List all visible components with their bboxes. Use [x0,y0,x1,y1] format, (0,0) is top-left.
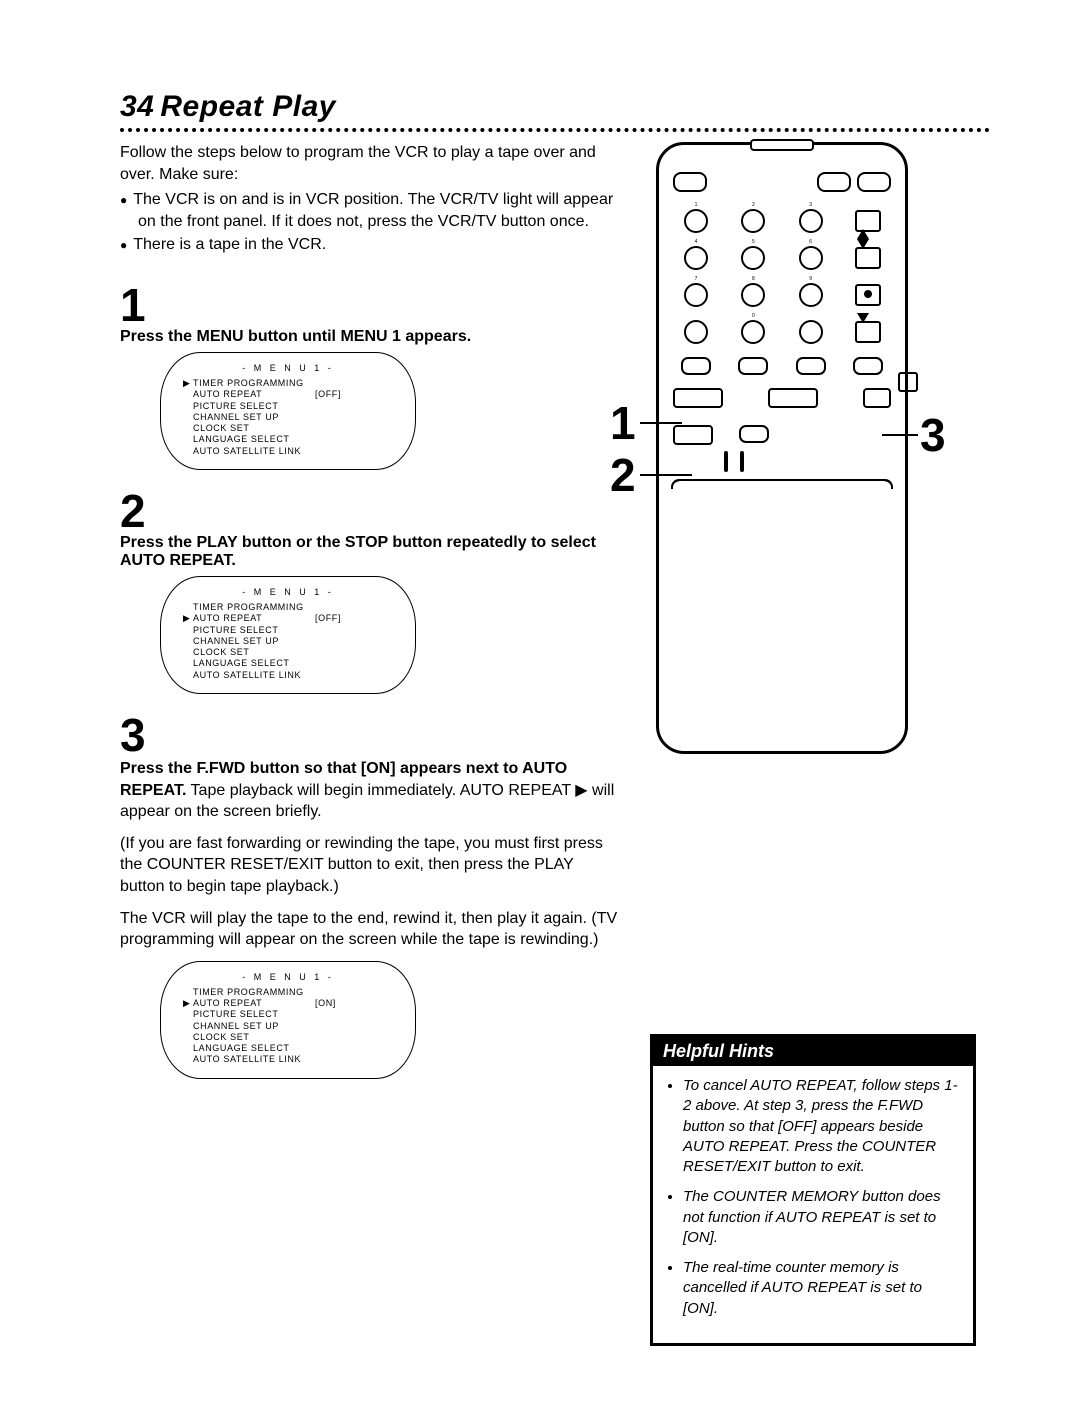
button-label [792,381,793,387]
step-number-2: 2 [120,488,620,534]
exit-button[interactable] [740,451,744,472]
digit-6-button[interactable] [799,246,823,270]
button-label [753,418,754,424]
intro-text: Follow the steps below to program the VC… [120,142,620,185]
digit-0-button[interactable] [741,320,765,344]
hints-list: To cancel AUTO REPEAT, follow steps 1-2 … [667,1076,959,1319]
prereq-list: The VCR is on and is in VCR position. Th… [120,189,620,256]
speed-button[interactable] [681,357,711,375]
callout-2: 2 [610,448,636,502]
helpful-hints-title: Helpful Hints [653,1037,973,1066]
power-button[interactable] [673,172,707,192]
button-label [697,381,698,387]
menu-button[interactable] [673,388,723,408]
ch-up-button[interactable] [855,210,881,232]
timer-button[interactable] [724,451,728,472]
digit-4-button[interactable] [684,246,708,270]
rec-button[interactable] [855,284,881,306]
callout-1: 1 [610,396,636,450]
prereq-item: There is a tape in the VCR. [120,234,620,256]
title-rule [120,128,990,132]
step-3-para2: (If you are fast forwarding or rewinding… [120,833,620,898]
stop-button[interactable] [855,321,881,343]
pause-button[interactable] [863,388,891,408]
button-label [876,381,877,387]
osd-menu-2: - M E N U 1 - TIMER PROGRAMMING ▶AUTO RE… [160,576,416,694]
step-3-para3: The VCR will play the tape to the end, r… [120,908,620,951]
play-button[interactable] [768,388,818,408]
prereq-item: The VCR is on and is in VCR position. Th… [120,189,620,232]
osd-menu-3: - M E N U 1 - TIMER PROGRAMMING ▶AUTO RE… [160,961,416,1079]
stop2-button[interactable] [739,425,769,443]
button-label [689,165,690,171]
digit-5-button[interactable] [741,246,765,270]
digit-1-button[interactable] [684,209,708,233]
display-button[interactable] [796,357,826,375]
plus100-button[interactable] [799,320,823,344]
rew-button[interactable] [673,425,713,445]
remote-lower-panel [673,479,891,629]
step-3-text: Press the F.FWD button so that [ON] appe… [120,758,620,823]
counter-button[interactable] [853,357,883,375]
remote-illustration: 1 2 3 [656,142,990,754]
aux-button[interactable] [684,320,708,344]
page-title: 34Repeat Play [120,90,990,124]
button-label [833,165,834,171]
osd-title: - M E N U 1 - [183,587,393,598]
button-label [692,418,693,424]
button-label [873,165,874,171]
eject-button[interactable] [857,172,891,192]
digit-3-button[interactable] [799,209,823,233]
ffwd-button[interactable] [898,372,918,392]
page-title-text: Repeat Play [160,90,336,123]
vcr-tv-button[interactable] [817,172,851,192]
digit-7-button[interactable] [684,283,708,307]
step-2-heading: Press the PLAY button or the STOP button… [120,534,620,570]
callout-3: 3 [920,408,946,462]
step-number-3: 3 [120,712,620,758]
hint-item: The COUNTER MEMORY button does not funct… [683,1187,959,1248]
digit-2-button[interactable] [741,209,765,233]
ir-window-icon [750,139,814,151]
digit-8-button[interactable] [741,283,765,307]
page-number: 34 [120,90,154,123]
digit-9-button[interactable] [799,283,823,307]
step-1-heading: Press the MENU button until MENU 1 appea… [120,328,620,346]
tracking-button[interactable] [738,357,768,375]
hint-item: The real-time counter memory is cancelle… [683,1258,959,1319]
helpful-hints-box: Helpful Hints To cancel AUTO REPEAT, fol… [650,1034,976,1346]
hint-item: To cancel AUTO REPEAT, follow steps 1-2 … [683,1076,959,1177]
step-number-1: 1 [120,282,620,328]
ch-down-button[interactable] [855,247,881,269]
osd-menu-1: - M E N U 1 - ▶TIMER PROGRAMMING AUTO RE… [160,352,416,470]
osd-title: - M E N U 1 - [183,363,393,374]
osd-title: - M E N U 1 - [183,972,393,983]
